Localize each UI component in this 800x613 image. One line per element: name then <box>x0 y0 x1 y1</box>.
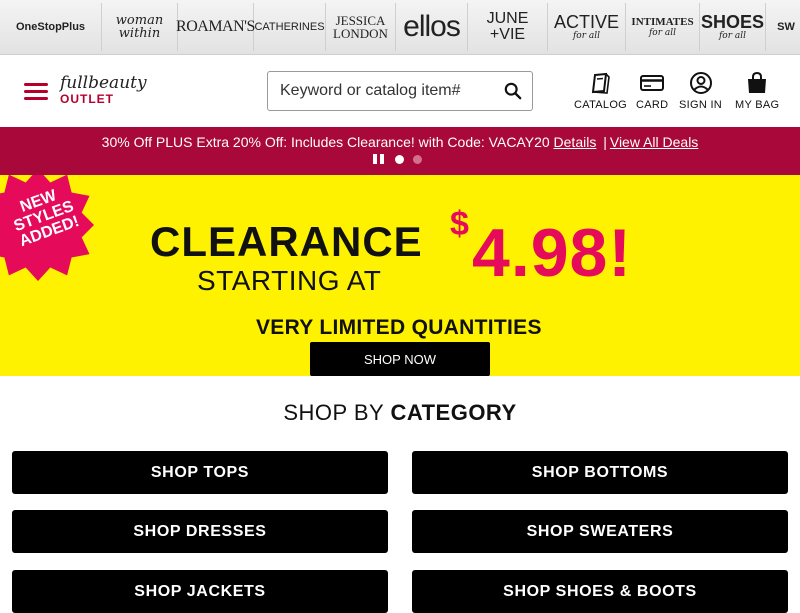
brand-label: +VIE <box>489 26 526 43</box>
shop-bottoms-button[interactable]: SHOP BOTTOMS <box>412 451 788 494</box>
price-currency: $ <box>450 205 469 243</box>
catalog-label: CATALOG <box>574 99 628 111</box>
brand-catherines[interactable]: CATHERINES <box>254 3 326 51</box>
brand-swimsuits[interactable]: SW <box>766 3 800 51</box>
hero-headline: CLEARANCE <box>150 218 423 265</box>
sign-in-nav-button[interactable]: SIGN IN <box>679 72 722 111</box>
carousel-dot-2[interactable] <box>413 154 422 164</box>
shop-shoes-boots-button[interactable]: SHOP SHOES & BOOTS <box>412 570 788 613</box>
brand-strip: OneStopPlus woman within ROAMAN'S CATHERI… <box>0 0 800 55</box>
category-section-title: SHOP BY CATEGORY <box>0 400 800 426</box>
brand-label: SW <box>777 20 795 33</box>
site-logo[interactable]: fullbeauty OUTLET <box>60 73 147 106</box>
card-nav-button[interactable]: CARD <box>636 72 668 111</box>
brand-label: LONDON <box>333 26 388 41</box>
search-icon[interactable] <box>504 82 522 100</box>
brand-sublabel: for all <box>648 27 677 38</box>
brand-intimates-for-all[interactable]: INTIMATES for all <box>626 3 700 51</box>
price-amount: 4.98! <box>472 215 632 291</box>
site-header: fullbeauty OUTLET CATALOG CARD <box>0 55 800 127</box>
category-title-bold: CATEGORY <box>390 400 517 425</box>
sign-in-label: SIGN IN <box>679 99 723 111</box>
brand-label: ACTIVE <box>553 12 619 32</box>
brand-label: INTIMATES <box>631 15 694 28</box>
clearance-hero-banner[interactable]: NEW STYLES ADDED! CLEARANCE STARTING AT … <box>0 175 800 376</box>
promo-bar: 30% Off PLUS Extra 20% Off: Includes Cle… <box>0 127 800 175</box>
brand-jessica-london[interactable]: JESSICA LONDON <box>326 3 396 51</box>
search-box <box>267 71 533 111</box>
brand-woman-within[interactable]: woman within <box>102 3 178 51</box>
hero-note: VERY LIMITED QUANTITIES <box>256 316 542 339</box>
promo-separator: | <box>603 134 607 150</box>
promo-carousel-controls <box>373 154 431 164</box>
shopping-bag-icon <box>748 71 767 93</box>
view-all-deals-link[interactable]: View All Deals <box>610 134 698 150</box>
logo-script-text: fullbeauty <box>60 73 147 93</box>
promo-details-link[interactable]: Details <box>554 134 597 150</box>
shop-sweaters-button[interactable]: SHOP SWEATERS <box>412 510 788 553</box>
shop-jackets-button[interactable]: SHOP JACKETS <box>12 570 388 613</box>
category-title-light: SHOP BY <box>283 400 384 425</box>
brand-label: OneStopPlus <box>15 20 86 33</box>
card-label: CARD <box>636 99 669 111</box>
catalog-book-icon <box>591 72 610 94</box>
shop-now-button[interactable]: SHOP NOW <box>310 342 490 376</box>
brand-label: ellos <box>403 10 461 43</box>
brand-sublabel: for all <box>718 31 747 41</box>
shop-dresses-button[interactable]: SHOP DRESSES <box>12 510 388 553</box>
brand-onestopplus[interactable]: OneStopPlus <box>0 3 102 51</box>
credit-card-icon <box>640 75 665 91</box>
brand-sublabel: for all <box>572 31 601 41</box>
brand-label: ROAMAN'S <box>176 18 255 35</box>
user-account-icon <box>689 72 712 94</box>
search-input[interactable] <box>268 72 498 110</box>
pause-icon[interactable] <box>373 154 385 164</box>
brand-label: within <box>118 26 161 41</box>
my-bag-label: MY BAG <box>735 99 780 111</box>
my-bag-nav-button[interactable]: MY BAG <box>735 71 780 111</box>
hero-subheadline: STARTING AT <box>197 265 382 296</box>
brand-active-for-all[interactable]: ACTIVE for all <box>548 3 626 51</box>
promo-message: 30% Off PLUS Extra 20% Off: Includes Cle… <box>0 134 800 150</box>
brand-june-vie[interactable]: JUNE +VIE <box>468 3 548 51</box>
brand-ellos[interactable]: ellos <box>396 3 468 51</box>
shop-tops-button[interactable]: SHOP TOPS <box>12 451 388 494</box>
logo-outlet-text: OUTLET <box>60 92 114 106</box>
brand-label: SHOES <box>700 12 765 32</box>
brand-label: JUNE <box>486 10 529 27</box>
promo-text: 30% Off PLUS Extra 20% Off: Includes Cle… <box>101 134 550 150</box>
brand-shoes-for-all[interactable]: SHOES for all <box>700 3 766 51</box>
brand-roamans[interactable]: ROAMAN'S <box>176 3 255 51</box>
catalog-nav-button[interactable]: CATALOG <box>574 72 627 111</box>
brand-label: CATHERINES <box>254 20 325 33</box>
hamburger-menu-icon[interactable] <box>24 83 48 101</box>
carousel-dot-1[interactable] <box>395 154 404 164</box>
